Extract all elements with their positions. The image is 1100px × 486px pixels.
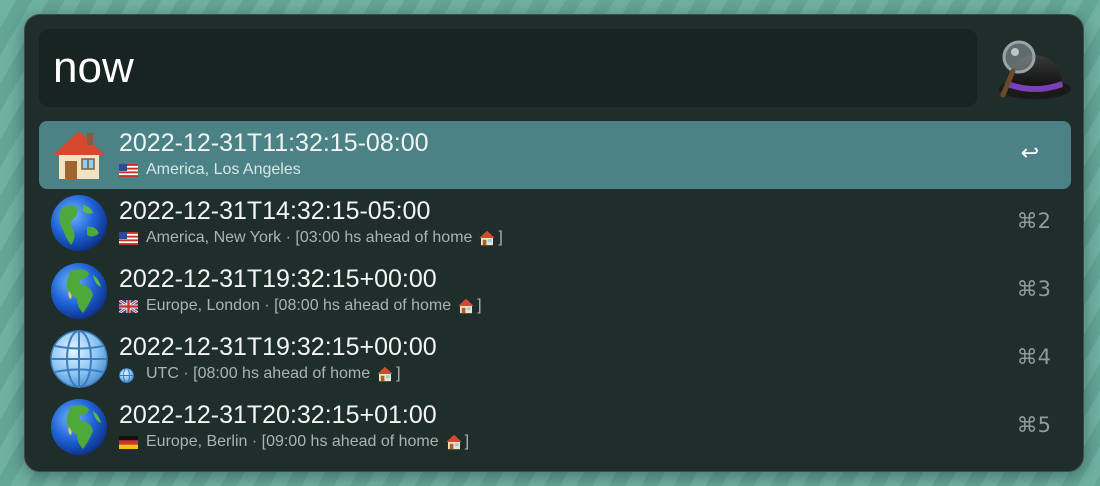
globe-meridians-icon xyxy=(49,329,109,389)
result-subtitle: Europe, London · [08:00 hs ahead of home… xyxy=(119,297,482,315)
result-offset-note: · [09:00 hs ahead of home xyxy=(251,433,439,450)
launcher-window: now 2022-12-31T11:32:15-08:00 America, L… xyxy=(24,14,1084,472)
shortcut-label: ⌘4 xyxy=(1016,345,1051,369)
result-subtitle: America, Los Angeles xyxy=(119,161,301,179)
result-row-london[interactable]: 2022-12-31T19:32:15+00:00 Europe, London xyxy=(39,257,1071,325)
results-list: 2022-12-31T11:32:15-08:00 America, Los A… xyxy=(39,121,1071,461)
result-location: UTC xyxy=(146,365,179,382)
result-location: Europe, London xyxy=(146,297,260,314)
uk-flag-icon xyxy=(119,299,138,313)
result-row-los-angeles[interactable]: 2022-12-31T11:32:15-08:00 America, Los A… xyxy=(39,121,1071,189)
globe-europe-africa-icon xyxy=(49,397,109,457)
result-offset-note-end: ] xyxy=(464,433,470,450)
home-house-icon xyxy=(376,365,394,383)
result-subtitle: America, New York · [03:00 hs ahead of h… xyxy=(119,229,503,247)
result-offset-note: · [03:00 hs ahead of home xyxy=(285,229,473,246)
result-offset-note-end: ] xyxy=(396,365,401,382)
home-house-icon xyxy=(445,433,463,451)
home-house-icon xyxy=(457,297,475,315)
shortcut-label: ⌘3 xyxy=(1016,277,1051,301)
result-row-berlin[interactable]: 2022-12-31T20:32:15+01:00 Europe, Berlin… xyxy=(39,393,1071,461)
result-location: America, Los Angeles xyxy=(146,161,301,178)
result-title: 2022-12-31T20:32:15+01:00 xyxy=(119,401,437,429)
us-flag-icon xyxy=(119,231,138,245)
globe-meridians-icon xyxy=(119,367,138,383)
result-subtitle: UTC · [08:00 hs ahead of home ] xyxy=(119,365,401,383)
shortcut-label: ⌘5 xyxy=(1016,413,1051,437)
result-location: America, New York xyxy=(146,229,282,246)
return-key-icon: ↩ xyxy=(1020,141,1039,166)
result-title: 2022-12-31T11:32:15-08:00 xyxy=(119,129,429,157)
result-offset-note-end: ] xyxy=(477,297,482,314)
result-row-utc[interactable]: 2022-12-31T19:32:15+00:00 UTC · [08:00 h… xyxy=(39,325,1071,393)
home-house-icon xyxy=(478,229,496,247)
house-icon xyxy=(49,125,109,185)
alfred-hat-logo-icon xyxy=(989,31,1073,103)
result-offset-note-end: ] xyxy=(498,229,503,246)
germany-flag-icon xyxy=(119,435,138,449)
result-title: 2022-12-31T19:32:15+00:00 xyxy=(119,265,437,293)
result-location: Europe, Berlin xyxy=(146,433,248,450)
globe-europe-africa-icon xyxy=(49,261,109,321)
search-input[interactable]: now xyxy=(39,29,977,107)
globe-americas-icon xyxy=(49,193,109,253)
result-offset-note: · [08:00 hs ahead of home xyxy=(183,365,371,382)
shortcut-label: ⌘2 xyxy=(1016,209,1051,233)
result-subtitle: Europe, Berlin · [09:00 hs ahead of home… xyxy=(119,433,469,451)
result-title: 2022-12-31T14:32:15-05:00 xyxy=(119,197,431,225)
us-flag-icon xyxy=(119,163,138,177)
result-offset-note: · [08:00 hs ahead of home xyxy=(264,297,452,314)
result-title: 2022-12-31T19:32:15+00:00 xyxy=(119,333,437,361)
result-row-new-york[interactable]: 2022-12-31T14:32:15-05:00 America, New Y… xyxy=(39,189,1071,257)
